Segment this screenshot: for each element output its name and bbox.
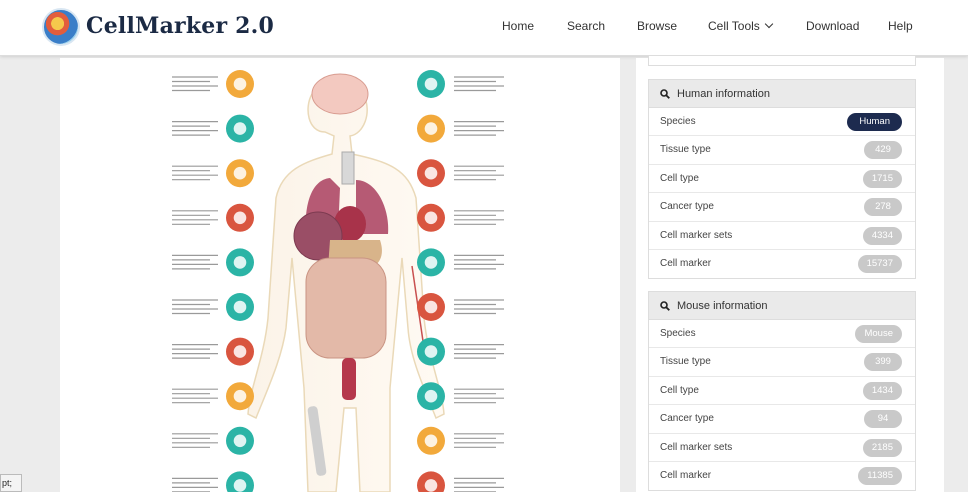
cell-marker-row: Cell marker 15737 bbox=[649, 250, 915, 278]
cancer-type-row: Cancer type 278 bbox=[649, 193, 915, 222]
pancreas-icon[interactable] bbox=[172, 293, 254, 321]
cell-type-row: Cell type 1434 bbox=[649, 377, 915, 406]
tooltip-fragment: pt; bbox=[0, 474, 22, 492]
tissue-type-badge[interactable]: 429 bbox=[864, 141, 902, 160]
cell-marker-row: Cell marker 11385 bbox=[649, 462, 915, 490]
intestine-icon[interactable] bbox=[172, 471, 254, 492]
search-icon bbox=[660, 301, 670, 311]
breast-icon[interactable] bbox=[172, 159, 254, 188]
cancer-type-row: Cancer type 94 bbox=[649, 405, 915, 434]
species-badge[interactable]: Human bbox=[847, 113, 902, 131]
nav-cell-tools-label: Cell Tools bbox=[708, 19, 760, 33]
mouse-card-title: Mouse information bbox=[677, 300, 768, 312]
navbar: CellMarker 2.0 Home Search Browse Cell T… bbox=[0, 0, 968, 56]
cell-type-row: Cell type 1715 bbox=[649, 165, 915, 194]
brand-title[interactable]: CellMarker 2.0 bbox=[86, 13, 274, 39]
search-icon bbox=[660, 89, 670, 99]
mouse-card-header: Mouse information bbox=[649, 292, 915, 320]
nav-help[interactable]: Help bbox=[888, 19, 913, 33]
chevron-down-icon bbox=[764, 19, 774, 29]
row-label: Cell marker bbox=[660, 257, 712, 269]
row-label: Cell type bbox=[660, 384, 699, 396]
kidney-icon[interactable] bbox=[172, 337, 254, 366]
bone-icon[interactable] bbox=[417, 382, 504, 411]
cell-type-badge[interactable]: 1434 bbox=[862, 381, 902, 400]
human-card-header: Human information bbox=[649, 80, 915, 108]
vessel-icon[interactable] bbox=[417, 293, 504, 321]
row-label: Tissue type bbox=[660, 144, 711, 156]
human-information-card: Human information Species Human Tissue ty… bbox=[648, 79, 916, 280]
nav-cell-tools[interactable]: Cell Tools bbox=[708, 19, 774, 33]
nav-home[interactable]: Home bbox=[502, 19, 534, 33]
cell-cluster-icon[interactable] bbox=[172, 248, 254, 277]
row-label: Species bbox=[660, 116, 696, 127]
bladder-icon[interactable] bbox=[417, 203, 504, 232]
lung-icon[interactable] bbox=[417, 114, 504, 143]
eye-icon[interactable] bbox=[172, 70, 254, 98]
cell-marker-sets-row: Cell marker sets 4334 bbox=[649, 222, 915, 250]
cell-marker-sets-badge[interactable]: 4334 bbox=[862, 226, 902, 245]
organ-icon-layer bbox=[172, 70, 504, 492]
previous-card-bottom bbox=[648, 56, 916, 66]
species-badge[interactable]: Mouse bbox=[855, 325, 902, 343]
colon-icon[interactable] bbox=[417, 337, 504, 366]
human-card-title: Human information bbox=[677, 88, 770, 100]
cell-marker-badge[interactable]: 15737 bbox=[857, 254, 902, 273]
stomach-icon[interactable] bbox=[172, 203, 254, 232]
cell-marker-badge[interactable]: 11385 bbox=[858, 466, 902, 485]
row-label: Cell marker sets bbox=[660, 441, 733, 453]
mouse-information-card: Mouse information Species Mouse Tissue ty… bbox=[648, 291, 916, 492]
species-row: Species Human bbox=[649, 108, 915, 137]
ear-icon[interactable] bbox=[172, 114, 254, 143]
uterus-icon[interactable] bbox=[172, 426, 254, 455]
row-label: Cell marker bbox=[660, 469, 712, 481]
row-label: Cancer type bbox=[660, 413, 714, 425]
tissue-type-badge[interactable]: 399 bbox=[864, 353, 902, 372]
cancer-type-badge[interactable]: 278 bbox=[864, 198, 902, 217]
row-label: Cell marker sets bbox=[660, 229, 733, 241]
placenta-icon[interactable] bbox=[172, 382, 254, 411]
row-label: Cell type bbox=[660, 172, 699, 184]
cell-marker-sets-row: Cell marker sets 2185 bbox=[649, 434, 915, 462]
cancer-type-badge[interactable]: 94 bbox=[864, 410, 902, 429]
tissue-type-row: Tissue type 429 bbox=[649, 136, 915, 165]
tumor-icon[interactable] bbox=[417, 471, 504, 492]
nav-browse[interactable]: Browse bbox=[637, 19, 677, 33]
liver-icon[interactable] bbox=[417, 248, 504, 277]
cellmarker-logo[interactable] bbox=[42, 8, 80, 46]
row-label: Cancer type bbox=[660, 201, 714, 213]
cell-type-badge[interactable]: 1715 bbox=[862, 169, 902, 188]
row-label: Tissue type bbox=[660, 356, 711, 368]
nav-search[interactable]: Search bbox=[567, 19, 605, 33]
brain-icon[interactable] bbox=[417, 70, 504, 98]
species-row: Species Mouse bbox=[649, 320, 915, 349]
nav-download[interactable]: Download bbox=[806, 19, 859, 33]
tissue-type-row: Tissue type 399 bbox=[649, 348, 915, 377]
heart-icon[interactable] bbox=[417, 159, 504, 188]
cell-marker-sets-badge[interactable]: 2185 bbox=[862, 438, 902, 457]
row-label: Species bbox=[660, 328, 696, 339]
spleen-icon[interactable] bbox=[417, 426, 504, 455]
